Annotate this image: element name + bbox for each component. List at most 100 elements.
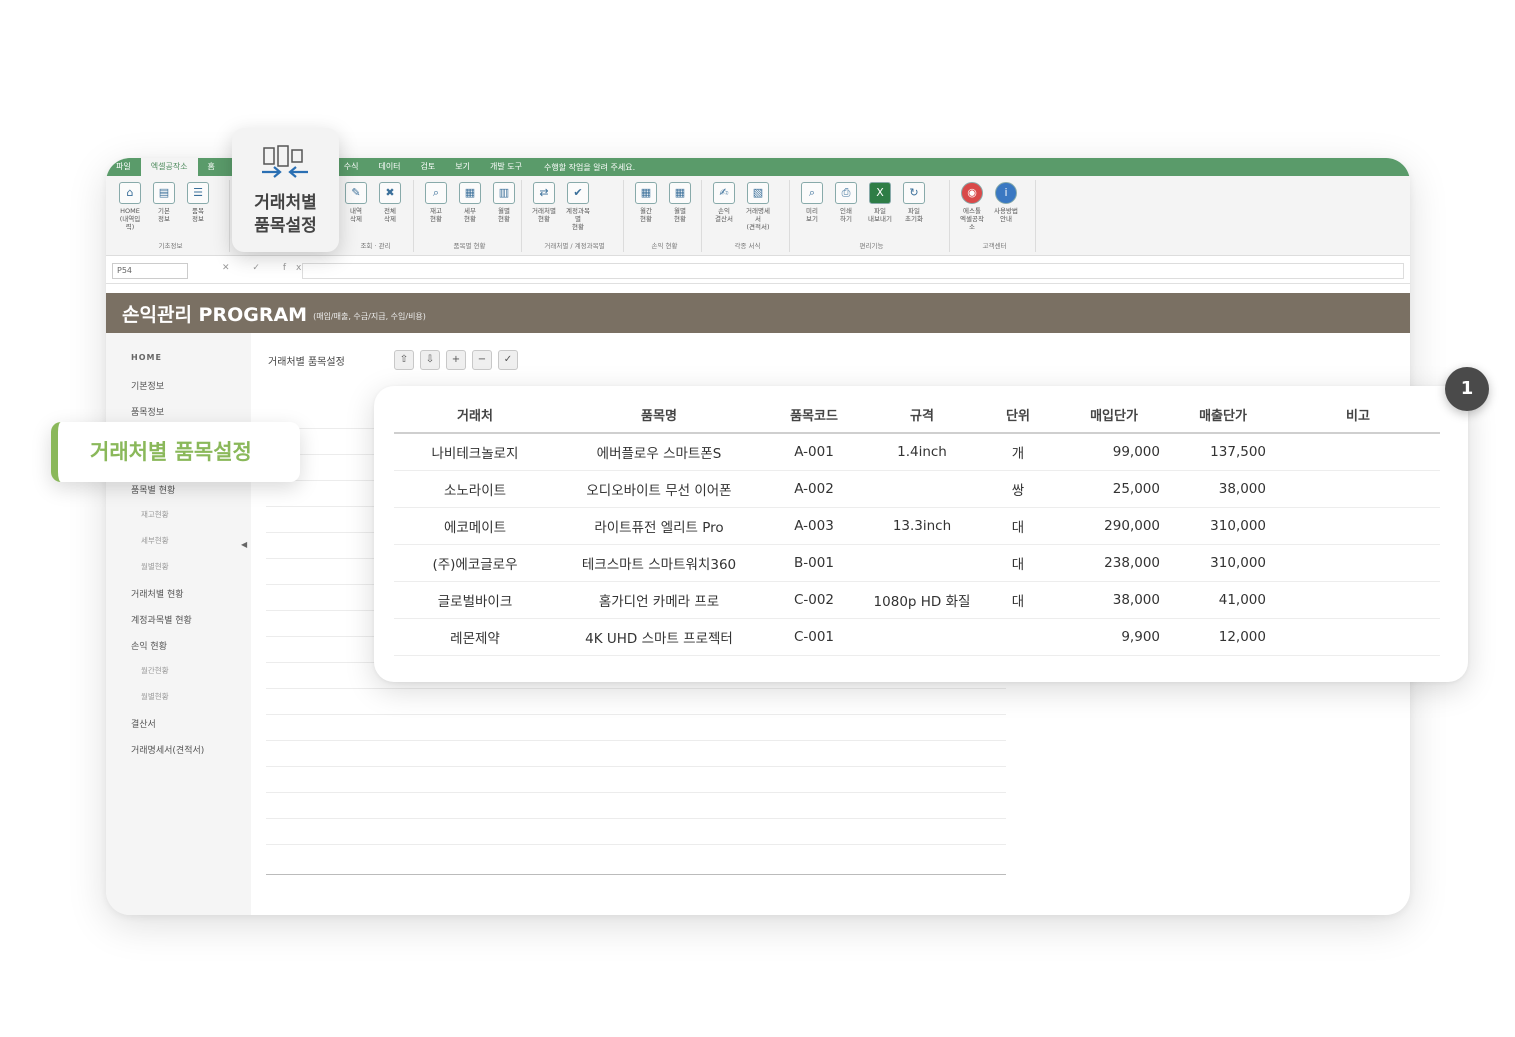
ribbon-button[interactable]: ✎ 내역 삭제 — [342, 180, 370, 223]
table-cell: 레몬제약 — [394, 618, 556, 656]
sidebar-item[interactable]: 손익 현황 — [131, 639, 167, 652]
collapse-arrow-icon[interactable]: ◀ — [241, 540, 247, 549]
table-row[interactable]: 레몬제약 4K UHD 스마트 프로젝터 C-001 9,900 12,000 — [394, 618, 1440, 656]
ribbon-tab[interactable]: 홈 — [198, 158, 225, 176]
table-row[interactable]: 나비테크놀로지 에버플로우 스마트폰S A-001 1.4inch 개 99,000 137… — [394, 433, 1440, 471]
ribbon-button-label: 거래명세서 (견적서) — [746, 207, 770, 231]
ribbon-button[interactable]: ▦ 세부 현황 — [456, 180, 484, 223]
ribbon-tab[interactable]: 데이터 — [368, 158, 410, 176]
table-cell: 소노라이트 — [394, 470, 556, 508]
sidebar-item[interactable]: 월별현황 — [141, 691, 169, 702]
table-cell: 290,000 — [1058, 507, 1170, 545]
ribbon-button[interactable]: ✍ 손익 결산서 — [710, 180, 738, 223]
table-cell: 홈가디언 카메라 프로 — [556, 581, 762, 619]
table-cell — [866, 544, 978, 582]
table-icon: ▦ — [669, 182, 691, 204]
sidebar-item[interactable]: 세부현황 — [141, 535, 169, 546]
sidebar: ◀ HOME 기본정보 품목정보 품목별 현황 재고현황 세부현황 월별현황 거래처별 현황 계… — [106, 333, 251, 915]
ribbon-button[interactable]: ▦ 월별 현황 — [666, 180, 694, 223]
ribbon-button[interactable]: ✔ 계정과목별 현황 — [564, 180, 592, 231]
ribbon-tab[interactable]: 개발 도구 — [480, 158, 532, 176]
table-row[interactable]: 에코메이트 라이트퓨전 엘리트 Pro A-003 13.3inch 대 290,000 3… — [394, 507, 1440, 545]
refresh-icon: ↻ — [903, 182, 925, 204]
ribbon-button-label: 에스톨 엑셀공작소 — [960, 207, 984, 231]
ribbon-group: ▦ 월간 현황 ▦ 월별 현황 손익 현황 — [628, 180, 702, 252]
sheet-title: 거래처별 품목설정 — [268, 357, 345, 368]
sidebar-item[interactable]: 기본정보 — [131, 379, 164, 392]
ribbon-button-label: 사용방법 안내 — [994, 207, 1018, 223]
ribbon-tab[interactable]: 검토 — [411, 158, 446, 176]
table-row[interactable]: (주)에코글로우 테크스마트 스마트워치360 B-001 대 238,000 310,0… — [394, 544, 1440, 582]
ribbon-button-label: 월별 현황 — [498, 207, 510, 223]
sheet-grid-line — [266, 818, 1006, 819]
ribbon-tab[interactable]: 엑셀공작소 — [140, 158, 198, 176]
ribbon-button[interactable]: ◉ 에스톨 엑셀공작소 — [958, 180, 986, 231]
table-cell: 쌍 — [978, 470, 1058, 508]
sidebar-item[interactable]: 월간현황 — [141, 665, 169, 676]
ribbon-group: ✎ 내역 삭제 ✖ 전체 삭제 조회 · 관리 — [338, 180, 414, 252]
sidebar-item[interactable]: 품목정보 — [131, 405, 164, 418]
ribbon-button-label: 파일 초기화 — [905, 207, 923, 223]
delete-all-icon: ✖ — [379, 182, 401, 204]
formula-input[interactable] — [302, 263, 1404, 279]
name-box[interactable]: P54 — [112, 263, 188, 279]
sidebar-item[interactable]: 월별현황 — [141, 561, 169, 572]
sidebar-item[interactable]: 품목별 현황 — [131, 483, 175, 496]
sidebar-item[interactable]: 거래명세서(견적서) — [131, 743, 204, 756]
ribbon-button-label: 세부 현황 — [464, 207, 476, 223]
ribbon-button[interactable]: ⌂ HOME (내역입력) — [116, 180, 144, 231]
ribbon-button[interactable]: X 파일 내보내기 — [866, 180, 894, 223]
logo-icon: ◉ — [961, 182, 983, 204]
table-cell: C-002 — [762, 581, 866, 619]
table-row[interactable]: 글로벌바이크 홈가디언 카메라 프로 C-002 1080p HD 화질 대 38,000… — [394, 581, 1440, 619]
table-cell: 38,000 — [1170, 470, 1276, 508]
ribbon-tab[interactable]: 파일 — [106, 158, 141, 176]
ribbon-button[interactable]: i 사용방법 안내 — [992, 180, 1020, 223]
add-row-button[interactable]: + — [446, 350, 466, 370]
table-cell: A-003 — [762, 507, 866, 545]
ribbon-button[interactable]: ⎙ 인쇄 하기 — [832, 180, 860, 223]
table-cell: 99,000 — [1058, 433, 1170, 471]
move-down-button[interactable]: ⇩ — [420, 350, 440, 370]
column-header: 비고 — [1276, 396, 1440, 434]
table-cell: 41,000 — [1170, 581, 1276, 619]
print-icon: ⎙ — [835, 182, 857, 204]
sidebar-item[interactable]: HOME — [131, 353, 162, 362]
ribbon-button[interactable]: ⇄ 거래처별 현황 — [530, 180, 558, 223]
tell-me-search[interactable]: 수행할 작업을 알려 주세요. — [532, 162, 635, 173]
ribbon-tab[interactable]: 보기 — [445, 158, 480, 176]
ribbon-button-label: 계정과목별 현황 — [566, 207, 590, 231]
sidebar-item[interactable]: 계정과목별 현황 — [131, 613, 192, 626]
sidebar-item[interactable]: 거래처별 현황 — [131, 587, 184, 600]
table-cell: (주)에코글로우 — [394, 544, 556, 582]
ribbon-button[interactable]: ☰ 품목 정보 — [184, 180, 212, 223]
table-cell — [1276, 507, 1440, 545]
sheet-grid-line — [266, 740, 1006, 741]
ribbon-button[interactable]: ✖ 전체 삭제 — [376, 180, 404, 223]
ribbon-button[interactable]: ⌕ 미리 보기 — [798, 180, 826, 223]
table-cell: B-001 — [762, 544, 866, 582]
confirm-button[interactable]: ✓ — [498, 350, 518, 370]
ribbon-popover-partner-items[interactable]: 거래처별 품목설정 — [232, 128, 339, 252]
move-up-button[interactable]: ⇧ — [394, 350, 414, 370]
ribbon-group: ⇄ 거래처별 현황 ✔ 계정과목별 현황 거래처별 / 계정과목별 — [526, 180, 624, 252]
ribbon-button[interactable]: ▦ 월간 현황 — [632, 180, 660, 223]
partner-items-icon — [262, 145, 308, 178]
table-row[interactable]: 소노라이트 오디오바이트 무선 이어폰 A-002 쌍 25,000 38,000 — [394, 470, 1440, 508]
ribbon-button[interactable]: ▥ 월별 현황 — [490, 180, 518, 223]
table-cell: 오디오바이트 무선 이어폰 — [556, 470, 762, 508]
ribbon-button[interactable]: ▤ 기본 정보 — [150, 180, 178, 223]
table-cell — [978, 618, 1058, 656]
ribbon-group-label: 고객센터 — [982, 242, 1007, 250]
sidebar-callout[interactable]: 거래처별 품목설정 — [51, 422, 300, 482]
table-cell: 310,000 — [1170, 507, 1276, 545]
table-cell — [866, 618, 978, 656]
ribbon-button[interactable]: ↻ 파일 초기화 — [900, 180, 928, 223]
remove-row-button[interactable]: − — [472, 350, 492, 370]
sidebar-item[interactable]: 재고현황 — [141, 509, 169, 520]
table-cell: 4K UHD 스마트 프로젝터 — [556, 618, 762, 656]
ribbon-button[interactable]: ⌕ 재고 현황 — [422, 180, 450, 223]
info-icon: i — [995, 182, 1017, 204]
sidebar-item[interactable]: 결산서 — [131, 717, 156, 730]
ribbon-button[interactable]: ▧ 거래명세서 (견적서) — [744, 180, 772, 231]
